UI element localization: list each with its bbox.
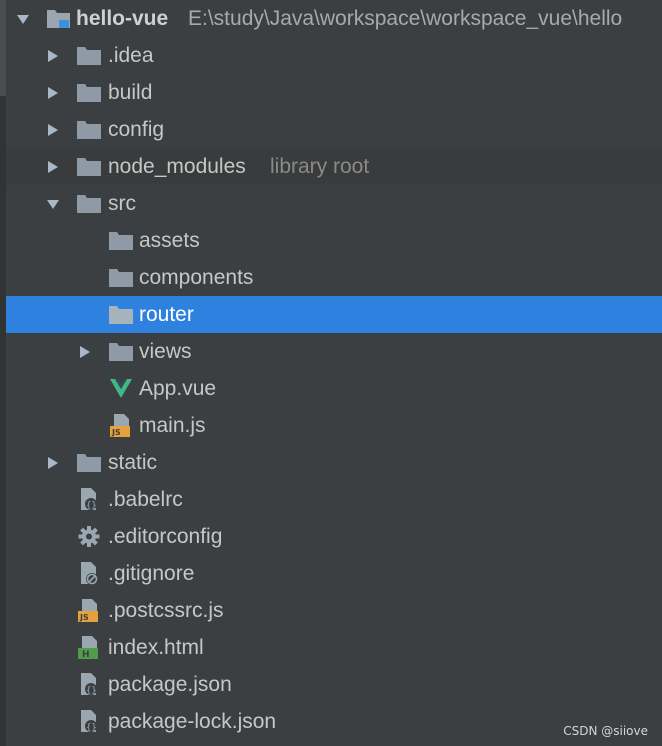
- svg-text:{}: {}: [86, 686, 97, 696]
- tree-item-label: src: [108, 192, 136, 215]
- library-root-hint: library root: [270, 155, 370, 178]
- tree-item-label: .babelrc: [108, 488, 183, 511]
- tree-row-build[interactable]: build: [6, 74, 662, 111]
- tree-row-index-html[interactable]: H index.html: [6, 629, 662, 666]
- tree-row-static[interactable]: static: [6, 444, 662, 481]
- tree-item-label: main.js: [139, 414, 206, 437]
- tree-row-idea[interactable]: .idea: [6, 37, 662, 74]
- js-file-icon: JS: [108, 413, 134, 438]
- tree-row-project-root[interactable]: hello-vue E:\study\Java\workspace\worksp…: [6, 0, 662, 37]
- chevron-right-icon[interactable]: [42, 111, 64, 148]
- tree-row-main-js[interactable]: JS main.js: [6, 407, 662, 444]
- json-file-icon: {}: [76, 709, 102, 734]
- tree-item-label: .postcssrc.js: [108, 599, 224, 622]
- tree-item-label: assets: [139, 229, 200, 252]
- tree-row-src[interactable]: src: [6, 185, 662, 222]
- tree-row-gitignore[interactable]: .gitignore: [6, 555, 662, 592]
- tree-row-app-vue[interactable]: App.vue: [6, 370, 662, 407]
- ignore-file-icon: [76, 561, 102, 586]
- svg-text:H: H: [82, 650, 90, 660]
- html-file-icon: H: [76, 635, 102, 660]
- tree-row-postcssrc[interactable]: JS .postcssrc.js: [6, 592, 662, 629]
- vue-file-icon: [108, 376, 134, 401]
- chevron-right-icon[interactable]: [42, 148, 64, 185]
- tree-row-components[interactable]: components: [6, 259, 662, 296]
- watermark: CSDN @siiove: [563, 724, 648, 738]
- project-tree[interactable]: hello-vue E:\study\Java\workspace\worksp…: [6, 0, 662, 746]
- tree-item-label: views: [139, 340, 192, 363]
- tree-item-label: build: [108, 81, 153, 104]
- folder-icon: [76, 154, 102, 179]
- chevron-right-icon[interactable]: [42, 37, 64, 74]
- tree-row-node-modules[interactable]: node_modules library root: [6, 148, 662, 185]
- tree-item-label: components: [139, 266, 254, 289]
- gear-icon: [76, 524, 102, 549]
- project-path: E:\study\Java\workspace\workspace_vue\he…: [188, 7, 623, 30]
- tree-row-views[interactable]: views: [6, 333, 662, 370]
- tree-item-label: .idea: [108, 44, 154, 67]
- tree-item-label: App.vue: [139, 377, 217, 400]
- svg-text:{}: {}: [86, 723, 97, 733]
- chevron-right-icon[interactable]: [74, 333, 96, 370]
- js-file-icon: JS: [76, 598, 102, 623]
- tree-item-label: router: [139, 303, 194, 326]
- tree-item-label: .editorconfig: [108, 525, 223, 548]
- tree-item-label: config: [108, 118, 165, 141]
- tree-row-assets[interactable]: assets: [6, 222, 662, 259]
- folder-icon: [108, 339, 134, 364]
- tree-item-label: static: [108, 451, 158, 474]
- folder-icon: [76, 450, 102, 475]
- tree-item-label: index.html: [108, 636, 204, 659]
- tree-row-babelrc[interactable]: {} .babelrc: [6, 481, 662, 518]
- tree-row-config[interactable]: config: [6, 111, 662, 148]
- tree-item-label: .gitignore: [108, 562, 195, 585]
- folder-icon: [108, 302, 134, 327]
- project-folder-icon: [46, 6, 72, 31]
- chevron-right-icon[interactable]: [42, 444, 64, 481]
- folder-icon: [76, 191, 102, 216]
- svg-text:JS: JS: [79, 613, 89, 622]
- tree-item-label: package-lock.json: [108, 710, 277, 733]
- svg-text:{}: {}: [86, 501, 97, 511]
- svg-text:JS: JS: [111, 428, 121, 437]
- folder-icon: [76, 80, 102, 105]
- tree-row-package-json[interactable]: {} package.json: [6, 666, 662, 703]
- tree-row-router[interactable]: router: [6, 296, 662, 333]
- json-file-icon: {}: [76, 672, 102, 697]
- tree-item-label: package.json: [108, 673, 232, 696]
- chevron-down-icon[interactable]: [12, 0, 34, 37]
- chevron-right-icon[interactable]: [42, 74, 64, 111]
- tree-item-label: node_modules: [108, 155, 246, 178]
- folder-icon: [76, 117, 102, 142]
- folder-icon: [108, 265, 134, 290]
- chevron-down-icon[interactable]: [42, 185, 64, 222]
- tree-row-editorconfig[interactable]: .editorconfig: [6, 518, 662, 555]
- project-name[interactable]: hello-vue: [76, 6, 168, 31]
- folder-icon: [108, 228, 134, 253]
- config-file-icon: {}: [76, 487, 102, 512]
- folder-icon: [76, 43, 102, 68]
